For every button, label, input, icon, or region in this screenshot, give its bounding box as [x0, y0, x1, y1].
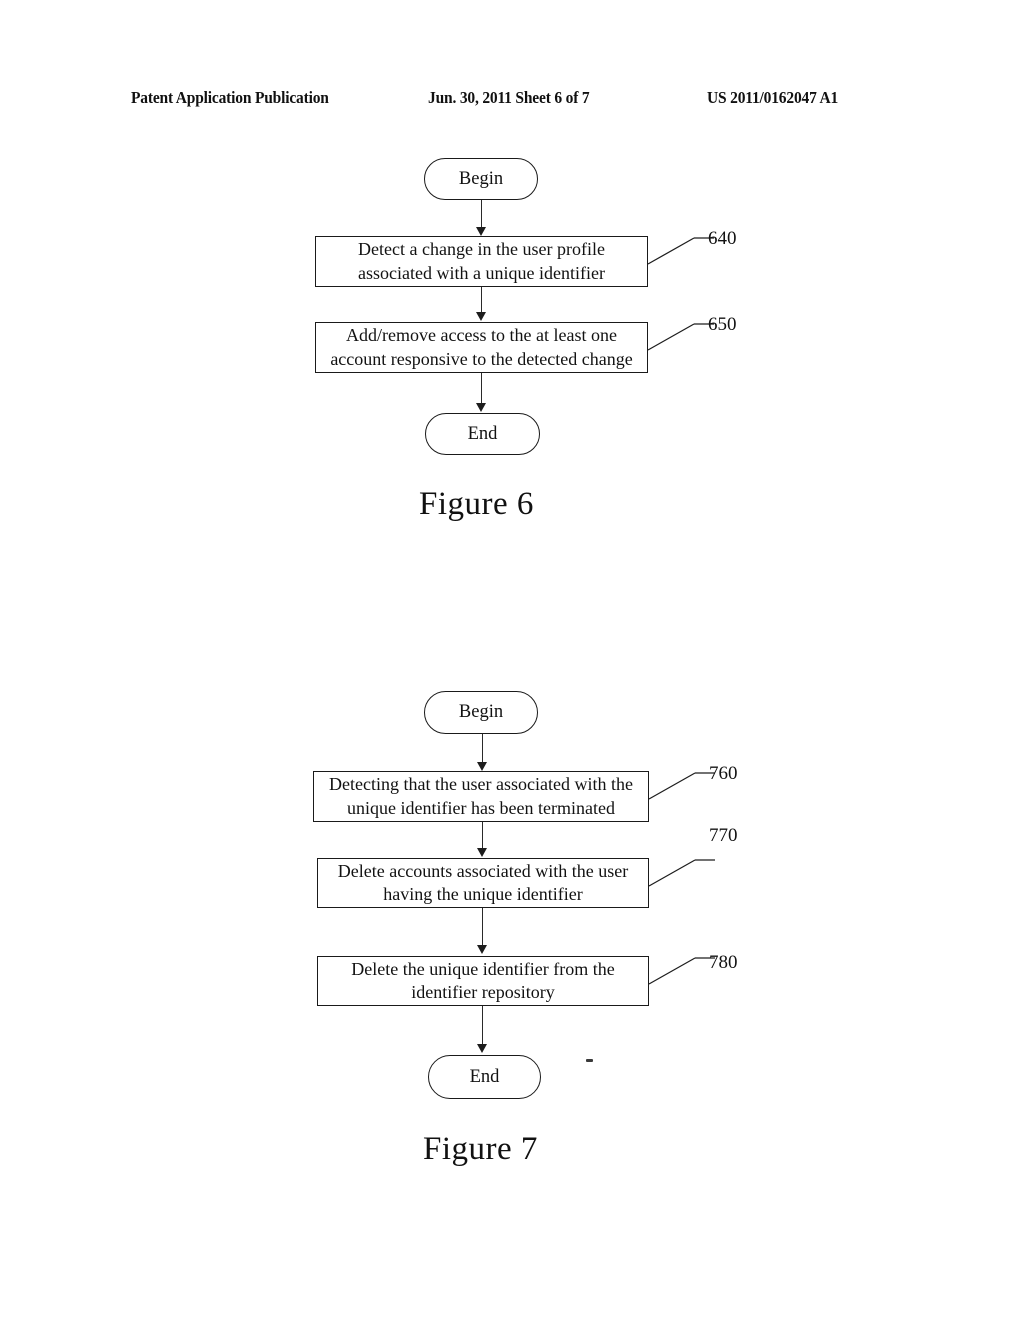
figure-7-step-780-line-2: identifier repository: [411, 982, 555, 1002]
scan-artifact-speck: [586, 1059, 593, 1062]
figure-6-caption: Figure 6: [419, 486, 534, 522]
figure-7-step-760-box: Detecting that the user associated with …: [313, 771, 649, 822]
figure-7-connector-begin-to-760: [482, 734, 483, 763]
figure-6-step-640-line-1: Detect a change in the user profile: [358, 239, 605, 260]
figure-7-step-770-box: Delete accounts associated with the user…: [317, 858, 649, 908]
figure-7-step-760-line-2: unique identifier has been terminated: [347, 797, 615, 818]
figure-7-refnum-780: 780: [709, 952, 738, 973]
figure-7-connector-770-to-780: [482, 908, 483, 946]
figure-7-step-760-line-1: Detecting that the user associated with …: [329, 774, 633, 795]
figure-6-leader-650: [647, 323, 714, 351]
figure-6-end-label: End: [467, 423, 498, 444]
figure-7-arrowhead-780-to-end: [477, 1044, 487, 1053]
figure-7-arrowhead-770-to-780: [477, 945, 487, 954]
figure-7-arrowhead-760-to-770: [477, 848, 487, 857]
figure-6-refnum-650: 650: [708, 314, 737, 335]
figure-7-caption: Figure 7: [423, 1131, 538, 1167]
figure-7-step-770-text: Delete accounts associated with the user…: [338, 860, 628, 907]
figure-7-end-label: End: [469, 1066, 500, 1087]
figure-6-step-650-text: Add/remove access to the at least one ac…: [330, 324, 632, 371]
figure-6-step-640-box: Detect a change in the user profile asso…: [315, 236, 648, 287]
figure-6-step-640-line-2: associated with a unique identifier: [358, 262, 605, 283]
figure-7-begin-label: Begin: [458, 702, 504, 722]
figure-6-connector-begin-to-640: [481, 200, 482, 228]
figure-6-connector-640-to-650: [481, 287, 482, 313]
figure-7-step-770-line-2: having the unique identifier: [383, 884, 583, 904]
figure-7-end-terminator: End: [428, 1055, 541, 1099]
figure-6-begin-terminator: Begin: [424, 158, 538, 200]
figure-6-step-650-line-2: account responsive to the detected chang…: [330, 348, 633, 369]
figure-6-end-terminator: End: [425, 413, 540, 455]
header-patent-number: US 2011/0162047 A1: [707, 88, 839, 107]
running-header: Patent Application Publication Jun. 30, …: [0, 88, 1024, 110]
figure-7-step-780-box: Delete the unique identifier from the id…: [317, 956, 649, 1006]
figure-7-begin-terminator: Begin: [424, 691, 538, 734]
figure-7-step-760-text: Detecting that the user associated with …: [329, 773, 633, 820]
figure-7-step-770-line-1: Delete accounts associated with the user: [337, 860, 629, 881]
figure-7-leader-770: [648, 859, 715, 887]
figure-6-arrowhead-640-to-650: [476, 312, 486, 321]
figure-7-connector-760-to-770: [482, 822, 483, 849]
figure-7-refnum-770: 770: [709, 825, 738, 846]
header-date-sheet-label: Jun. 30, 2011 Sheet 6 of 7: [428, 88, 590, 107]
figure-6-leader-640: [647, 237, 714, 265]
figure-6-begin-label: Begin: [458, 168, 504, 189]
figure-7-leader-760: [648, 772, 715, 800]
figure-7-connector-780-to-end: [482, 1006, 483, 1045]
patent-drawing-page: Patent Application Publication Jun. 30, …: [0, 0, 1024, 1320]
figure-6-step-650-line-1: Add/remove access to the at least one: [346, 325, 617, 346]
figure-6-arrowhead-650-to-end: [476, 403, 486, 412]
figure-6-step-650-box: Add/remove access to the at least one ac…: [315, 322, 648, 373]
figure-7-leader-780: [648, 957, 715, 985]
header-publication-label: Patent Application Publication: [131, 88, 329, 107]
figure-7-step-780-line-1: Delete the unique identifier from the: [351, 958, 615, 979]
figure-6-arrowhead-begin-to-640: [476, 227, 486, 236]
figure-6-step-640-text: Detect a change in the user profile asso…: [358, 238, 605, 285]
figure-7-refnum-760: 760: [709, 763, 738, 784]
figure-6-connector-650-to-end: [481, 373, 482, 404]
figure-7-step-780-text: Delete the unique identifier from the id…: [351, 958, 614, 1005]
figure-6-refnum-640: 640: [708, 228, 737, 249]
figure-7-arrowhead-begin-to-760: [477, 762, 487, 771]
